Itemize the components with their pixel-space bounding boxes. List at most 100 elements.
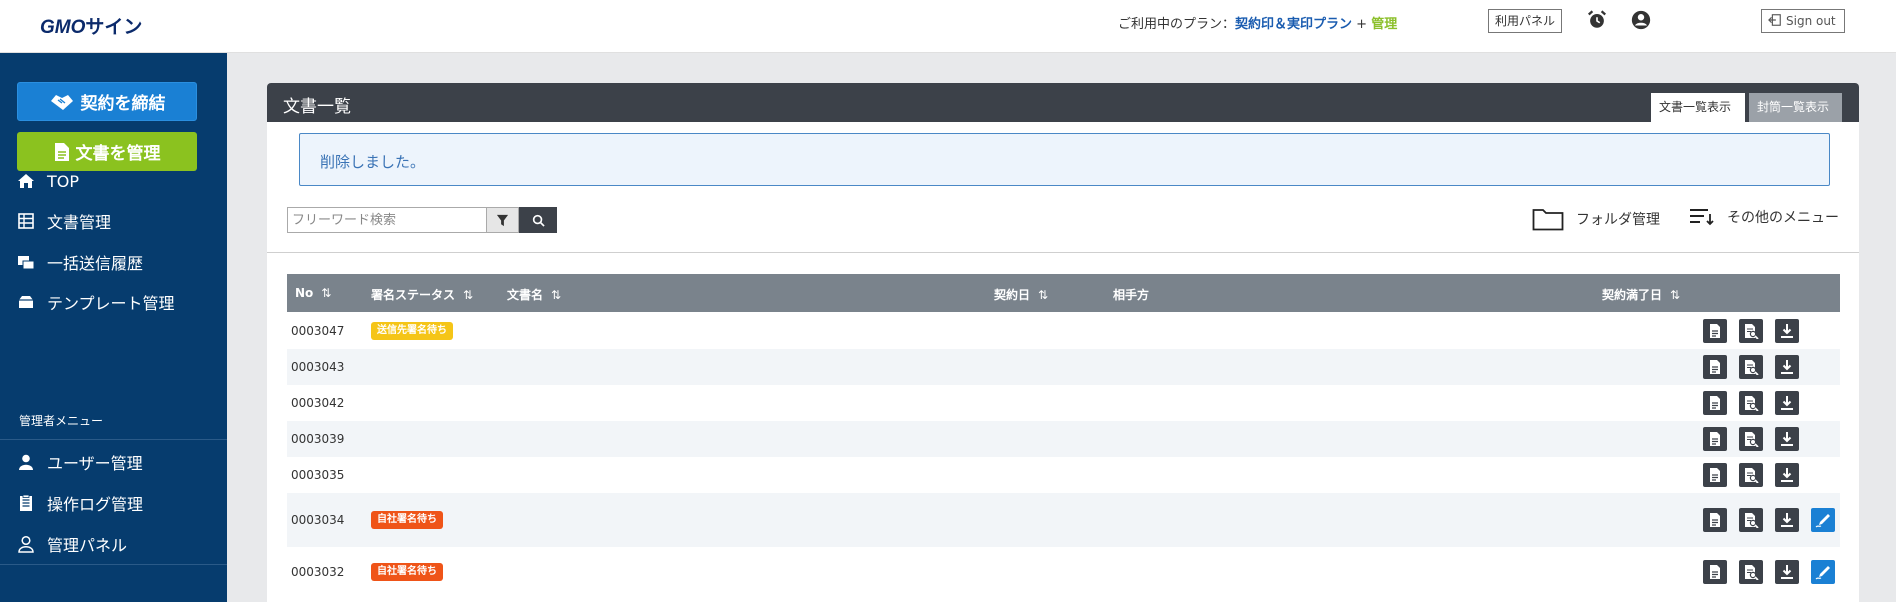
download-button[interactable] (1775, 560, 1799, 584)
sidebar-item-bulk-history[interactable]: 一括送信履歴 (17, 250, 143, 274)
handshake-icon (50, 94, 73, 110)
row-actions (1703, 463, 1799, 487)
preview-document-button[interactable] (1739, 319, 1763, 343)
filter-button[interactable] (487, 207, 519, 233)
preview-document-button[interactable] (1739, 463, 1763, 487)
sign-out-icon (1768, 14, 1781, 26)
table-row[interactable]: 0003042 (287, 385, 1840, 421)
download-button[interactable] (1775, 391, 1799, 415)
table-row[interactable]: 0003043 (287, 349, 1840, 385)
other-menu-button[interactable]: その他のメニュー (1689, 207, 1839, 227)
sidebar-item-top[interactable]: TOP (17, 169, 79, 193)
document-preview-icon (1745, 513, 1759, 528)
search-input[interactable] (287, 207, 487, 233)
view-document-button[interactable] (1703, 508, 1727, 532)
sidebar-item-documents[interactable]: 文書管理 (17, 209, 111, 233)
log-icon (20, 494, 32, 511)
document-preview-icon (1745, 565, 1759, 580)
row-actions (1703, 560, 1835, 584)
tab-document-list[interactable]: 文書一覧表示 (1651, 93, 1745, 122)
row-actions (1703, 319, 1799, 343)
contract-button[interactable]: 契約を締結 (17, 82, 197, 121)
sort-icon: ⇅ (1038, 288, 1049, 302)
sidebar-divider-bottom (0, 564, 227, 565)
table-row[interactable]: 0003034 自社署名待ち (287, 493, 1840, 547)
view-document-button[interactable] (1703, 463, 1727, 487)
column-header-partner: 相手方 (1113, 288, 1150, 302)
search-bar (287, 207, 557, 233)
sort-icon: ⇅ (321, 286, 332, 300)
download-button[interactable] (1775, 355, 1799, 379)
preview-document-button[interactable] (1739, 508, 1763, 532)
document-number: 0003042 (291, 396, 345, 410)
download-icon (1781, 360, 1793, 374)
document-number: 0003047 (291, 324, 345, 338)
download-button[interactable] (1775, 463, 1799, 487)
sidebar: 契約を締結 文書を管理 TOP 文書管理 一括送信履歴 テンプレート管理 管理者… (0, 53, 227, 602)
search-button[interactable] (519, 207, 557, 233)
current-plan: ご利用中のプラン：契約印＆実印プラン + 管理 (1118, 17, 1398, 32)
column-header-no[interactable]: No ⇅ (295, 286, 331, 300)
account-icon[interactable] (1630, 9, 1652, 31)
folder-management-button[interactable]: フォルダ管理 (1532, 207, 1660, 231)
document-icon (1710, 565, 1720, 579)
view-document-button[interactable] (1703, 355, 1727, 379)
document-preview-icon (1745, 432, 1759, 447)
sidebar-item-templates[interactable]: テンプレート管理 (17, 290, 175, 314)
preview-document-button[interactable] (1739, 427, 1763, 451)
preview-document-button[interactable] (1739, 391, 1763, 415)
sidebar-item-users[interactable]: ユーザー管理 (17, 450, 143, 474)
column-header-status[interactable]: 署名ステータス ⇅ (371, 286, 473, 303)
panel-header: 文書一覧 文書一覧表示 封筒一覧表示 (267, 83, 1859, 122)
usage-panel-button[interactable]: 利用パネル (1488, 9, 1563, 33)
document-icon (1710, 396, 1720, 410)
sign-out-button[interactable]: Sign out (1761, 9, 1845, 33)
document-number: 0003039 (291, 432, 345, 446)
column-header-expire[interactable]: 契約満了日 ⇅ (1602, 286, 1680, 303)
table-row[interactable]: 0003039 (287, 421, 1840, 457)
success-alert: 削除しました。 (299, 133, 1830, 186)
plan-name: 契約印＆実印プラン (1235, 17, 1353, 32)
status-badge: 自社署名待ち (371, 563, 443, 581)
sign-pen-icon (1815, 514, 1830, 528)
sidebar-item-admin-panel[interactable]: 管理パネル (17, 532, 127, 556)
document-number: 0003035 (291, 468, 345, 482)
view-document-button[interactable] (1703, 560, 1727, 584)
view-document-button[interactable] (1703, 319, 1727, 343)
sign-button[interactable] (1811, 508, 1835, 532)
gmo-sign-logo[interactable]: GMOサイン (40, 12, 142, 39)
download-button[interactable] (1775, 427, 1799, 451)
sign-button[interactable] (1811, 560, 1835, 584)
table-row[interactable]: 0003032 自社署名待ち (287, 547, 1840, 597)
row-actions (1703, 355, 1799, 379)
download-icon (1781, 565, 1793, 579)
tab-envelope-list[interactable]: 封筒一覧表示 (1749, 93, 1842, 122)
document-icon (1710, 513, 1720, 527)
manage-documents-button[interactable]: 文書を管理 (17, 132, 197, 171)
row-actions (1703, 508, 1835, 532)
preview-document-button[interactable] (1739, 355, 1763, 379)
menu-sort-icon (1690, 209, 1714, 226)
sidebar-divider (0, 439, 227, 440)
sidebar-item-operation-log[interactable]: 操作ログ管理 (17, 491, 143, 515)
filter-icon (496, 214, 509, 226)
column-header-date[interactable]: 契約日 ⇅ (994, 286, 1048, 303)
table-row[interactable]: 0003047 送信先署名待ち (287, 312, 1840, 349)
download-button[interactable] (1775, 319, 1799, 343)
toolbar-divider (267, 252, 1859, 253)
download-icon (1781, 432, 1793, 446)
document-preview-icon (1745, 360, 1759, 375)
download-icon (1781, 324, 1793, 338)
column-header-name[interactable]: 文書名 ⇅ (507, 286, 561, 303)
table-row[interactable]: 0003035 (287, 457, 1840, 493)
download-button[interactable] (1775, 508, 1799, 532)
alarm-clock-icon[interactable] (1586, 9, 1608, 31)
view-document-button[interactable] (1703, 391, 1727, 415)
view-document-button[interactable] (1703, 427, 1727, 451)
sort-icon: ⇅ (1670, 288, 1681, 302)
home-icon (18, 174, 34, 188)
preview-document-button[interactable] (1739, 560, 1763, 584)
document-icon (1710, 360, 1720, 374)
sign-pen-icon (1815, 566, 1830, 580)
sort-icon: ⇅ (463, 288, 474, 302)
